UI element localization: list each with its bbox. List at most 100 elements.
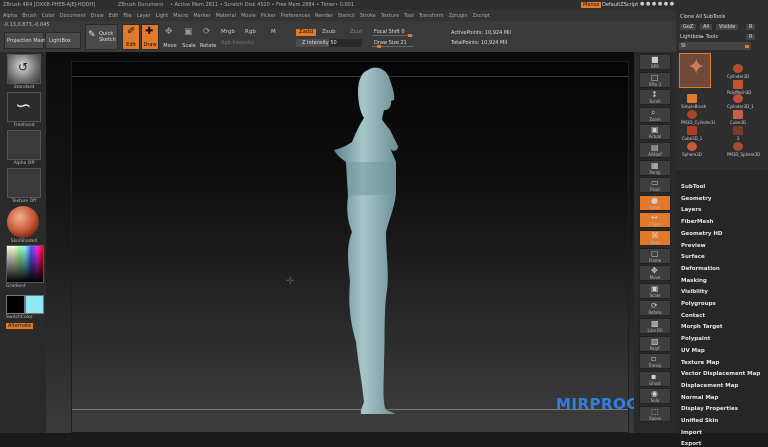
canvas-viewport[interactable]: ✛ MIRPROGRAMM.RU xyxy=(46,52,634,433)
tool-menu-displacement-map[interactable]: Displacement Map xyxy=(681,383,738,389)
menu-item-alpha[interactable]: Alpha xyxy=(3,13,17,19)
right-shelf-persp[interactable]: ▦ Persp xyxy=(639,159,671,176)
brush-thumbnail[interactable]: ↺ xyxy=(7,54,41,84)
subtool-pm3d-cylinder3i-icon[interactable] xyxy=(687,110,697,119)
tool-menu-uv-map[interactable]: UV Map xyxy=(681,348,705,354)
secondary-color-swatch[interactable] xyxy=(25,295,44,314)
quick-sketch-button[interactable]: ✎ Quick Sketch xyxy=(85,24,118,50)
z-intensity-slider[interactable]: Z Intensity 50 xyxy=(296,39,362,47)
tool-menu-export[interactable]: Export xyxy=(681,441,701,447)
tool-menu-unified-skin[interactable]: Unified Skin xyxy=(681,418,718,424)
material-sphere[interactable] xyxy=(7,206,39,238)
menu-item-light[interactable]: Light xyxy=(156,13,168,19)
lightbox-button[interactable]: LightBox xyxy=(45,32,81,49)
primary-color-swatch[interactable] xyxy=(6,295,25,314)
mrgb-button[interactable]: Mrgb xyxy=(221,29,235,36)
right-shelf-floor[interactable]: ▭ Floor xyxy=(639,177,671,194)
m-button[interactable]: M xyxy=(271,29,276,36)
default-zscript-button[interactable]: DefaultZScript xyxy=(602,2,638,8)
right-shelf-transp[interactable]: ▫ Transp xyxy=(639,353,671,370)
tool-menu-display-properties[interactable]: Display Properties xyxy=(681,406,738,412)
right-shelf-spix-3[interactable]: □ SPix 3 xyxy=(639,71,671,88)
right-shelf-solo[interactable]: ◉ Solo xyxy=(639,388,671,405)
right-shelf-move[interactable]: ✥ Move xyxy=(639,265,671,282)
rgb-intensity-slider[interactable]: Rgb Intensity xyxy=(221,40,254,46)
right-shelf-frame[interactable]: ▢ Frame xyxy=(639,247,671,264)
menu-item-file[interactable]: File xyxy=(123,13,131,19)
tool-menu-subtool[interactable]: SubTool xyxy=(681,184,705,190)
tool-menu-masking[interactable]: Masking xyxy=(681,278,707,284)
draw-button[interactable]: ✚ Draw xyxy=(141,24,159,50)
visible-button[interactable]: Visible xyxy=(716,24,739,30)
tool-menu-vector-displacement-map[interactable]: Vector Displacement Map xyxy=(681,371,760,377)
tool-menu-surface[interactable]: Surface xyxy=(681,254,705,260)
tool-menu-normal-map[interactable]: Normal Map xyxy=(681,395,718,401)
right-shelf-line-fill[interactable]: ▩ Line Fill xyxy=(639,318,671,334)
subtool-cube3d-icon[interactable] xyxy=(733,110,743,119)
menu-item-draw[interactable]: Draw xyxy=(91,13,104,19)
subtool-cube3d-1-icon[interactable] xyxy=(687,126,697,135)
tool-menu-fibermesh[interactable]: FiberMesh xyxy=(681,219,713,225)
goz-button[interactable]: GoZ xyxy=(680,24,697,30)
menu-item-stroke[interactable]: Stroke xyxy=(360,13,376,19)
menu-item-color[interactable]: Color xyxy=(42,13,55,19)
tool-menu-polygroups[interactable]: Polygroups xyxy=(681,301,716,307)
right-shelf-local[interactable]: ● Local xyxy=(639,194,671,211)
r-button[interactable]: R xyxy=(746,24,756,30)
rgb-button[interactable]: Rgb xyxy=(245,29,256,36)
menu-item-preferences[interactable]: Preferences xyxy=(281,13,310,19)
tool-menu-geometry[interactable]: Geometry xyxy=(681,196,711,202)
stroke-thumbnail[interactable]: ∽ xyxy=(7,92,41,122)
r-button-2[interactable]: R xyxy=(746,34,756,40)
menu-item-stencil[interactable]: Stencil xyxy=(338,13,355,19)
menu-item-transform[interactable]: Transform xyxy=(419,13,444,19)
right-shelf-bpr[interactable]: ■ BPR xyxy=(639,54,671,70)
tool-menu-preview[interactable]: Preview xyxy=(681,243,706,249)
window-controls[interactable]: ● ● ● ● ● ● xyxy=(640,1,674,7)
projection-master-button[interactable]: Projection Master xyxy=(4,32,50,49)
menu-item-brush[interactable]: Brush xyxy=(22,13,36,19)
right-shelf-rotate[interactable]: ⟳ Rotate xyxy=(639,300,671,317)
right-shelf-zoom[interactable]: ⌕ Zoom xyxy=(639,106,671,123)
right-shelf-ghost[interactable]: ▪ Ghost xyxy=(639,370,671,387)
menus-toggle[interactable]: Menus xyxy=(581,2,602,8)
scale-button[interactable]: ▣ Scale xyxy=(181,24,197,50)
subtool-3-icon[interactable] xyxy=(733,126,743,135)
menu-item-macro[interactable]: Macro xyxy=(173,13,188,19)
tool-menu-geometry-hd[interactable]: Geometry HD xyxy=(681,231,723,237)
document-canvas[interactable]: ✛ xyxy=(71,61,629,433)
menu-item-marker[interactable]: Marker xyxy=(193,13,210,19)
menu-item-tool[interactable]: Tool xyxy=(404,13,414,19)
focal-shift-slider[interactable]: Focal Shift 0 xyxy=(372,28,414,37)
zsub-button[interactable]: Zsub xyxy=(322,29,336,36)
right-shelf-scroll[interactable]: ↕ Scroll xyxy=(639,89,671,106)
right-shelf-scale[interactable]: ▣ Scale xyxy=(639,282,671,299)
right-shelf-l-sym[interactable]: ↔ L.Sym xyxy=(639,212,671,229)
switchcolor-button[interactable]: SwitchColor xyxy=(6,315,48,320)
zcut-button[interactable]: Zcut xyxy=(350,29,362,36)
menu-item-zscript[interactable]: Zscript xyxy=(473,13,490,19)
tool-menu-texture-map[interactable]: Texture Map xyxy=(681,360,719,366)
tool-slider[interactable]: SI xyxy=(679,42,751,50)
tool-menu-contact[interactable]: Contact xyxy=(681,313,705,319)
subtool-polymesh3d-icon[interactable] xyxy=(733,80,743,89)
edit-button[interactable]: ✐ Edit xyxy=(122,24,140,50)
alpha-thumbnail[interactable] xyxy=(7,130,41,160)
subtool-simplebrush-icon[interactable] xyxy=(687,94,697,103)
subtool-sphere3d-icon[interactable] xyxy=(687,142,697,151)
right-shelf-xpose[interactable]: ⬚ Xpose xyxy=(639,406,671,422)
right-shelf-aahalf[interactable]: ▤ AAHalf xyxy=(639,142,671,158)
subtool-cylinder3d-icon[interactable] xyxy=(733,64,743,73)
tool-menu-polypaint[interactable]: Polypaint xyxy=(681,336,710,342)
tool-menu-layers[interactable]: Layers xyxy=(681,207,701,213)
zadd-button[interactable]: Zadd xyxy=(296,29,317,36)
menu-item-zplugin[interactable]: Zplugin xyxy=(449,13,468,19)
clone-all-subtools-button[interactable]: Clone All SubTools xyxy=(680,14,725,20)
texture-thumbnail[interactable] xyxy=(7,168,41,198)
menu-item-texture[interactable]: Texture xyxy=(381,13,399,19)
lightbox-tools-button[interactable]: Lightbox▸ Tools xyxy=(680,34,718,40)
menu-item-material[interactable]: Material xyxy=(216,13,236,19)
move-button[interactable]: ✥ Move xyxy=(162,24,178,50)
tool-menu-morph-target[interactable]: Morph Target xyxy=(681,324,723,330)
tool-menu-visibility[interactable]: Visibility xyxy=(681,289,708,295)
